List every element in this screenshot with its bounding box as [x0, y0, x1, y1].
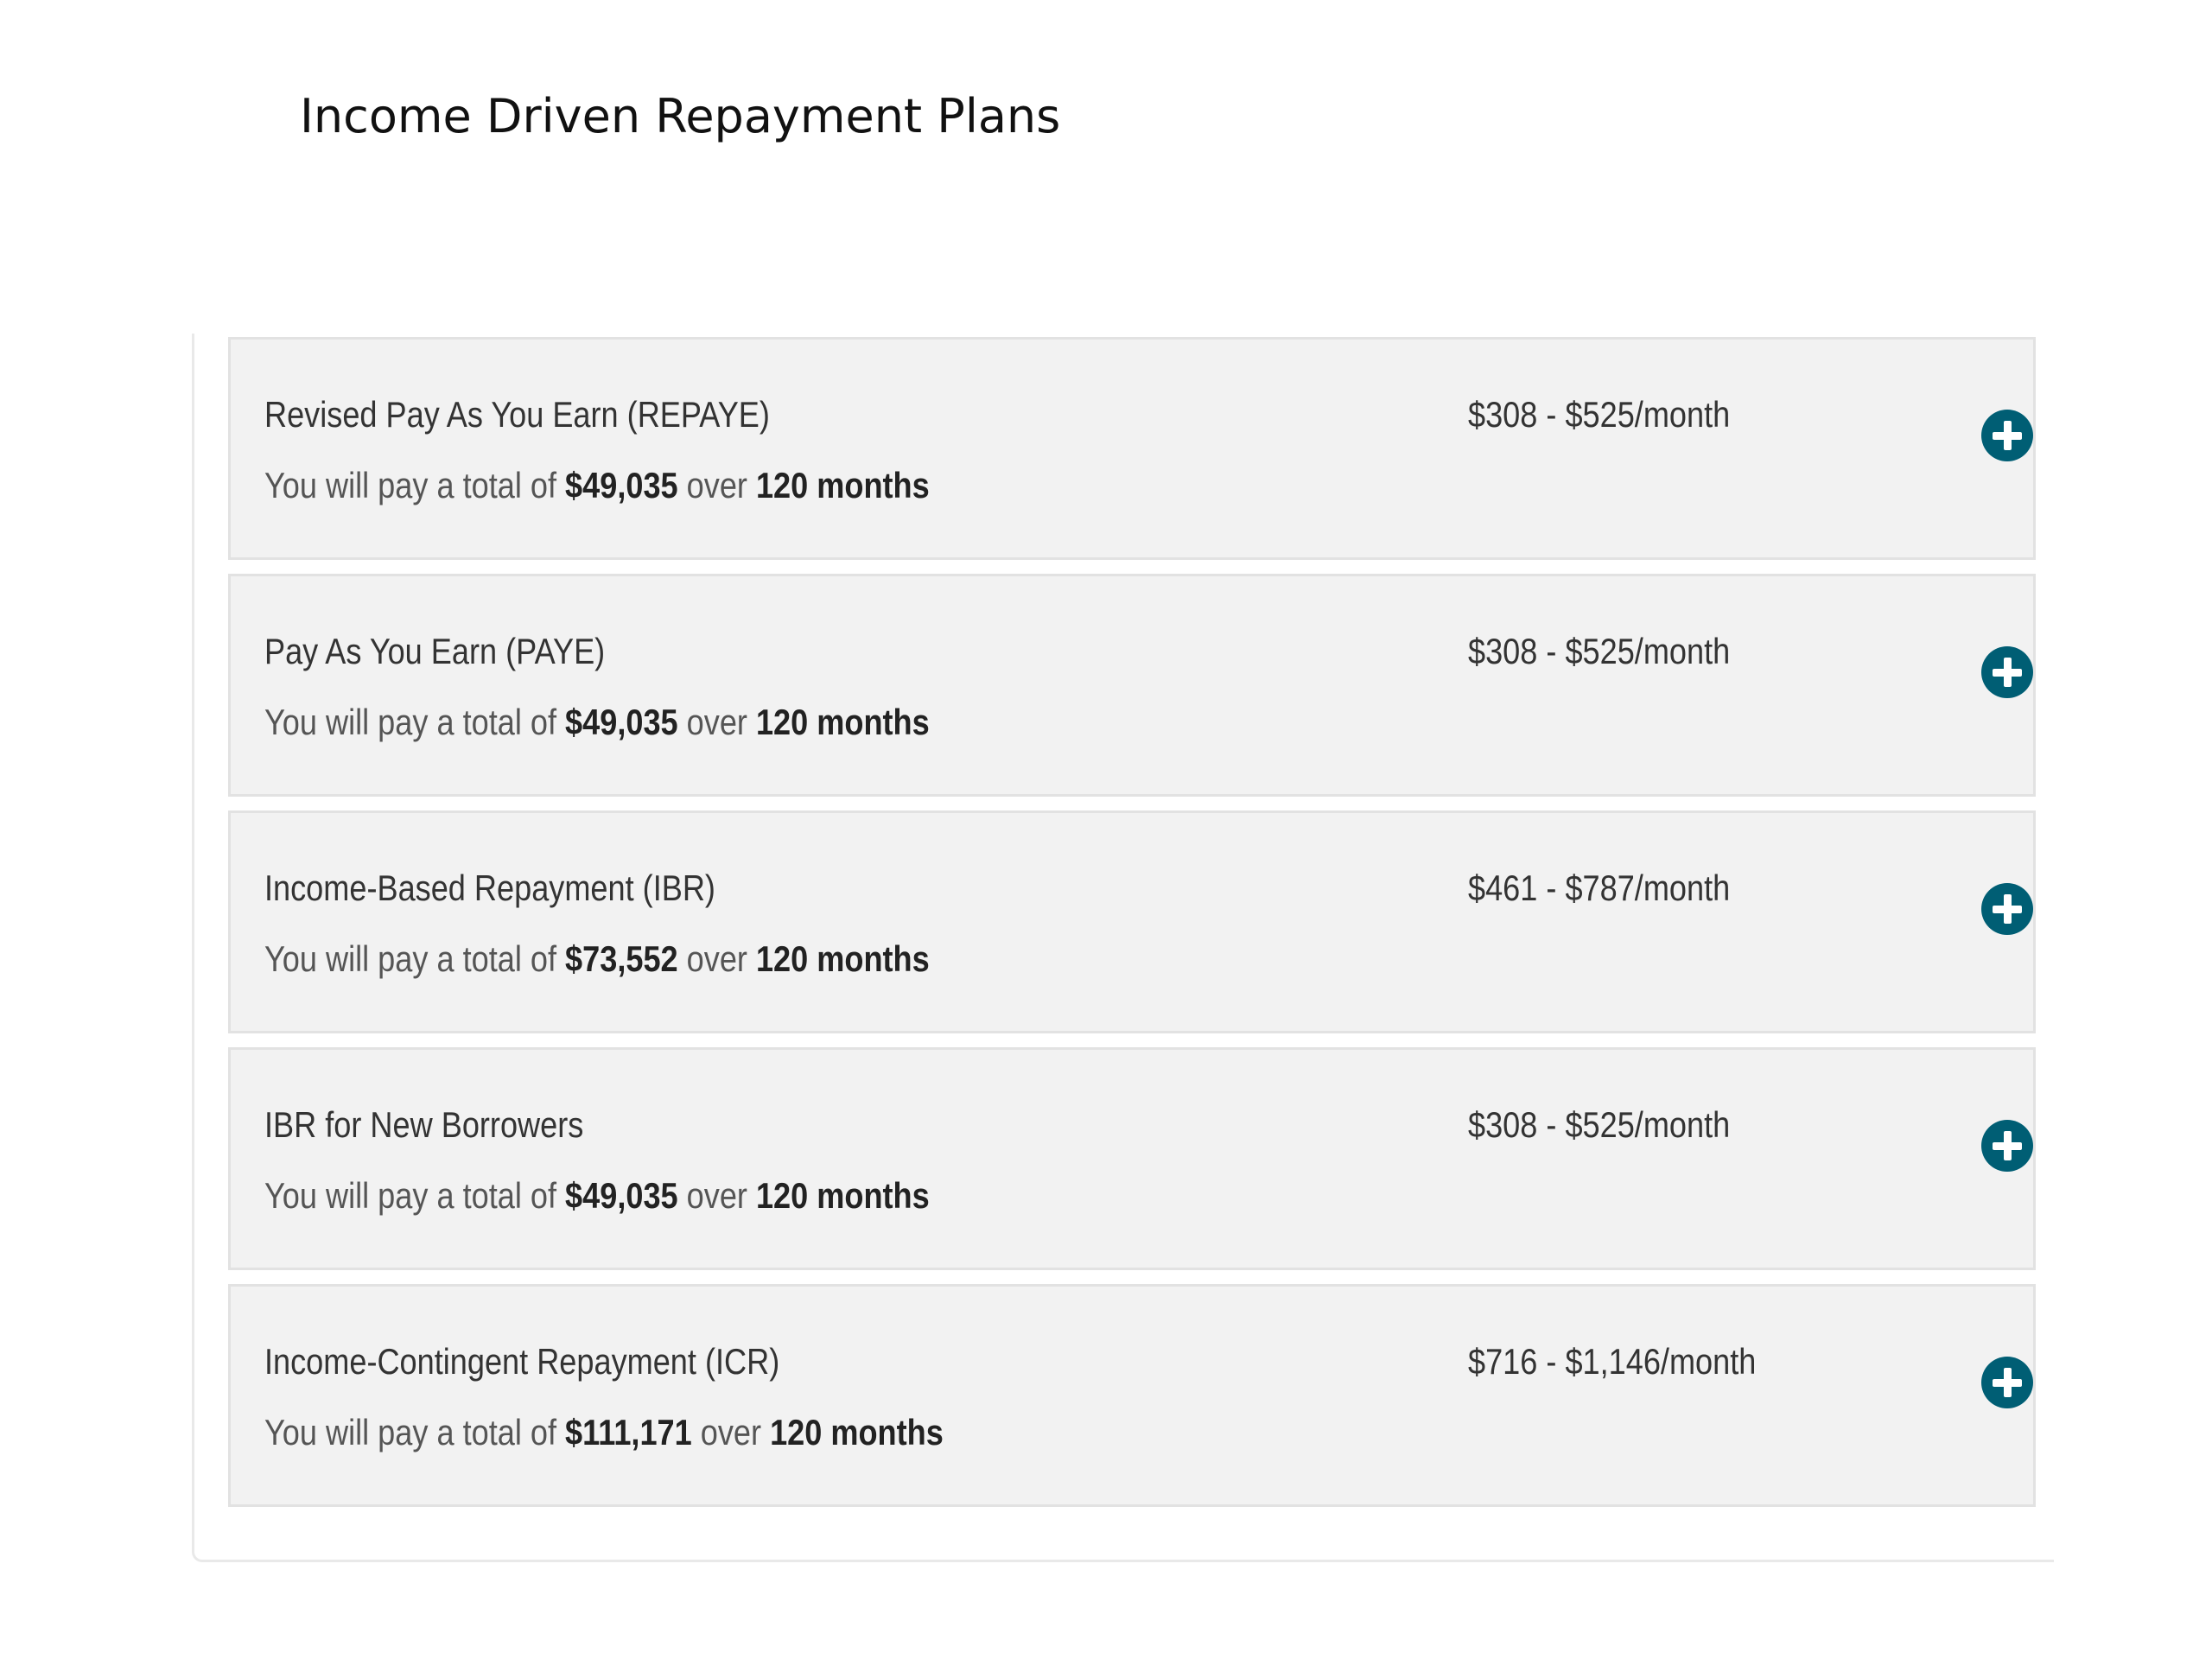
- summary-between: over: [686, 702, 747, 742]
- plus-circle-icon[interactable]: [1981, 1357, 2033, 1408]
- plan-card-repaye[interactable]: Revised Pay As You Earn (REPAYE) You wil…: [228, 337, 2036, 560]
- plan-card-ibr-new-borrowers[interactable]: IBR for New Borrowers You will pay a tot…: [228, 1047, 2036, 1270]
- plan-term: 120 months: [755, 702, 930, 742]
- summary-prefix: You will pay a total of: [264, 938, 557, 979]
- plan-total: $49,035: [565, 465, 678, 505]
- page-title: Income Driven Repayment Plans: [300, 89, 1061, 143]
- summary-prefix: You will pay a total of: [264, 465, 557, 505]
- plan-name: IBR for New Borrowers: [264, 1104, 584, 1145]
- plus-circle-icon[interactable]: [1981, 410, 2033, 461]
- plan-name: Revised Pay As You Earn (REPAYE): [264, 394, 770, 435]
- summary-prefix: You will pay a total of: [264, 702, 557, 742]
- plus-circle-icon[interactable]: [1981, 883, 2033, 935]
- plus-circle-icon[interactable]: [1981, 646, 2033, 698]
- summary-prefix: You will pay a total of: [264, 1175, 557, 1216]
- plan-name: Pay As You Earn (PAYE): [264, 631, 606, 671]
- plan-card-icr[interactable]: Income-Contingent Repayment (ICR) You wi…: [228, 1284, 2036, 1507]
- summary-prefix: You will pay a total of: [264, 1412, 557, 1452]
- plan-summary: You will pay a total of $49,035 over 120…: [264, 698, 930, 747]
- plan-monthly-range: $308 - $525/month: [1468, 394, 1731, 435]
- plan-total: $111,171: [565, 1412, 692, 1452]
- plan-total: $49,035: [565, 702, 678, 742]
- plan-monthly-range: $716 - $1,146/month: [1468, 1341, 1757, 1382]
- plan-term: 120 months: [755, 465, 930, 505]
- plan-monthly-range: $308 - $525/month: [1468, 631, 1731, 671]
- plan-total: $73,552: [565, 938, 678, 979]
- plan-summary: You will pay a total of $49,035 over 120…: [264, 461, 930, 510]
- repayment-plan-list: Revised Pay As You Earn (REPAYE) You wil…: [228, 337, 2036, 1521]
- plan-total: $49,035: [565, 1175, 678, 1216]
- summary-between: over: [686, 465, 747, 505]
- plan-name: Income-Contingent Repayment (ICR): [264, 1341, 780, 1382]
- plan-term: 120 months: [770, 1412, 944, 1452]
- summary-between: over: [686, 938, 747, 979]
- plan-summary: You will pay a total of $111,171 over 12…: [264, 1408, 944, 1457]
- summary-between: over: [686, 1175, 747, 1216]
- plus-circle-icon[interactable]: [1981, 1120, 2033, 1172]
- plan-term: 120 months: [755, 938, 930, 979]
- plan-summary: You will pay a total of $73,552 over 120…: [264, 935, 930, 983]
- plan-card-paye[interactable]: Pay As You Earn (PAYE) You will pay a to…: [228, 574, 2036, 797]
- plan-name: Income-Based Repayment (IBR): [264, 868, 715, 908]
- plan-monthly-range: $308 - $525/month: [1468, 1104, 1731, 1145]
- plan-card-ibr[interactable]: Income-Based Repayment (IBR) You will pa…: [228, 810, 2036, 1033]
- plan-term: 120 months: [755, 1175, 930, 1216]
- plan-summary: You will pay a total of $49,035 over 120…: [264, 1172, 930, 1220]
- plan-monthly-range: $461 - $787/month: [1468, 868, 1731, 908]
- summary-between: over: [700, 1412, 762, 1452]
